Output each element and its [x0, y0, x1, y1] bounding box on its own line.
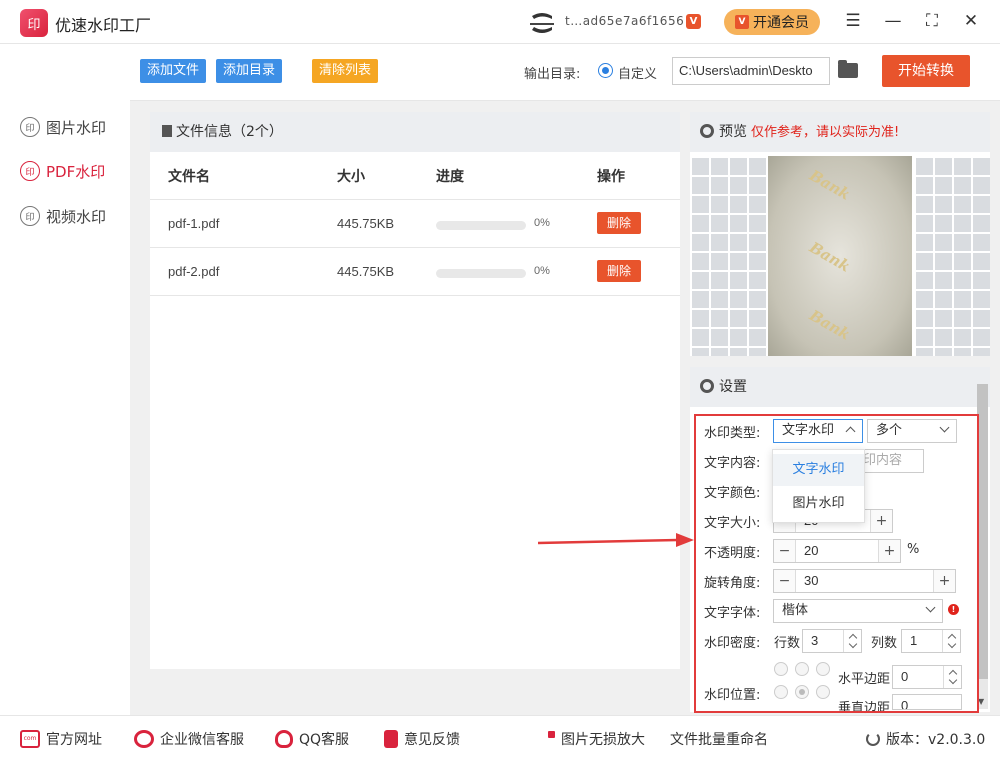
delete-button[interactable]: 删除 [597, 260, 641, 282]
watermark-text: Bank [806, 238, 854, 276]
vip-badge-icon: V [686, 14, 701, 29]
version-info: 版本：v2.0.3.0 [866, 729, 985, 749]
file-panel: 文件信息（2个） 文件名 大小 进度 操作 pdf-1.pdf 445.75KB… [150, 112, 680, 669]
transparency-grid [690, 156, 766, 356]
user-id: t…ad65e7a6f1656 [565, 14, 685, 28]
vip-icon: V [735, 15, 749, 29]
wechat-label: 企业微信客服 [160, 732, 244, 748]
annotation-arrow-icon [538, 533, 694, 547]
sidebar-item-label: PDF水印 [46, 162, 106, 181]
stamp-icon: 印 [20, 117, 40, 137]
custom-radio-label: 自定义 [618, 67, 658, 82]
sidebar: 印 图片水印 印 PDF水印 印 视频水印 [0, 45, 130, 715]
column-header-name: 文件名 [168, 169, 210, 185]
vip-button[interactable]: V 开通会员 [724, 9, 820, 35]
refresh-icon[interactable] [866, 732, 880, 746]
table-row: pdf-1.pdf 445.75KB 0% 删除 [150, 200, 680, 248]
menu-icon[interactable]: ☰ [842, 10, 864, 32]
preview-header: 预览 仅作参考，请以实际为准! [690, 112, 990, 152]
close-icon[interactable]: ✕ [960, 10, 982, 32]
sidebar-item-label: 图片水印 [46, 118, 107, 137]
add-file-button[interactable]: 添加文件 [140, 59, 207, 83]
preview-page-image: Bank Bank Bank [768, 156, 912, 356]
preview-title: 预览 [719, 124, 747, 140]
sidebar-item-pdf-watermark[interactable]: 印 PDF水印 [20, 159, 105, 183]
wechat-service-link[interactable]: 企业微信客服 [134, 729, 244, 749]
column-header-size: 大小 [337, 169, 365, 185]
highlight-box [694, 414, 979, 713]
file-name: pdf-1.pdf [168, 216, 220, 231]
progress-percent: 0% [534, 217, 550, 229]
start-convert-button[interactable]: 开始转换 [882, 55, 970, 87]
qq-service-link[interactable]: QQ客服 [275, 729, 349, 749]
feedback-label: 意见反馈 [404, 732, 460, 748]
gear-icon [700, 124, 714, 138]
folder-icon[interactable] [838, 60, 858, 78]
website-link[interactable]: com 官方网址 [20, 729, 102, 749]
stamp-icon: 印 [20, 161, 40, 181]
clear-list-button[interactable]: 清除列表 [312, 59, 379, 83]
sidebar-item-video-watermark[interactable]: 印 视频水印 [20, 204, 106, 228]
qq-label: QQ客服 [299, 732, 350, 748]
output-path-input[interactable]: C:\Users\admin\Deskto [672, 57, 830, 85]
app-logo-icon: 印 [20, 9, 48, 37]
vip-button-label: 开通会员 [753, 15, 809, 31]
custom-radio[interactable] [598, 63, 613, 78]
column-header-action: 操作 [597, 169, 625, 185]
title-bar: 印 优速水印工厂 t…ad65e7a6f1656 V V 开通会员 ☰ — ⛶ … [0, 0, 1000, 44]
file-name: pdf-2.pdf [168, 264, 220, 279]
table-row: pdf-2.pdf 445.75KB 0% 删除 [150, 248, 680, 296]
watermark-text: Bank [806, 306, 854, 344]
website-icon: com [20, 730, 40, 748]
app-title: 优速水印工厂 [55, 16, 152, 35]
file-size: 445.75KB [337, 264, 395, 279]
rename-label: 文件批量重命名 [670, 732, 768, 748]
wechat-icon [134, 730, 154, 748]
website-label: 官方网址 [46, 732, 102, 748]
lossless-enlarge-link[interactable]: 图片无损放大 [548, 729, 645, 749]
feedback-link[interactable]: 意见反馈 [384, 729, 460, 749]
stamp-icon: 印 [20, 206, 40, 226]
settings-header: 设置 [690, 367, 990, 407]
watermark-text: Bank [806, 166, 854, 204]
progress-bar [436, 221, 526, 230]
batch-rename-link[interactable]: 文件批量重命名 [670, 729, 768, 749]
file-size: 445.75KB [337, 216, 395, 231]
output-dir-label: 输出目录: [524, 67, 581, 82]
footer: com 官方网址 企业微信客服 QQ客服 意见反馈 图片无损放大 文件批量重命名… [0, 715, 1000, 760]
add-directory-button[interactable]: 添加目录 [216, 59, 283, 83]
user-avatar-icon[interactable] [528, 12, 558, 34]
settings-title: 设置 [719, 379, 747, 395]
sidebar-item-label: 视频水印 [46, 207, 107, 226]
document-icon [162, 125, 172, 137]
image-icon [548, 731, 555, 738]
delete-button[interactable]: 删除 [597, 212, 641, 234]
preview-panel: 预览 仅作参考，请以实际为准! Bank Bank Bank [690, 112, 990, 356]
file-panel-header: 文件信息（2个） [150, 112, 680, 152]
sidebar-item-image-watermark[interactable]: 印 图片水印 [20, 115, 106, 139]
minimize-icon[interactable]: — [882, 10, 904, 32]
feedback-icon [384, 730, 398, 748]
progress-percent: 0% [534, 265, 550, 277]
transparency-grid [914, 156, 990, 356]
table-header: 文件名 大小 进度 操作 [150, 152, 680, 200]
gear-icon [700, 379, 714, 393]
lossless-label: 图片无损放大 [561, 732, 645, 748]
version-label: 版本：v2.0.3.0 [886, 732, 986, 748]
toolbar: 添加文件 添加目录 清除列表 输出目录: 自定义 C:\Users\admin\… [130, 45, 1000, 101]
qq-icon [275, 730, 293, 748]
preview-warning: 仅作参考，请以实际为准! [751, 125, 900, 140]
column-header-progress: 进度 [436, 169, 464, 185]
maximize-icon[interactable]: ⛶ [921, 10, 943, 32]
file-panel-title: 文件信息（2个） [176, 124, 283, 140]
progress-bar [436, 269, 526, 278]
